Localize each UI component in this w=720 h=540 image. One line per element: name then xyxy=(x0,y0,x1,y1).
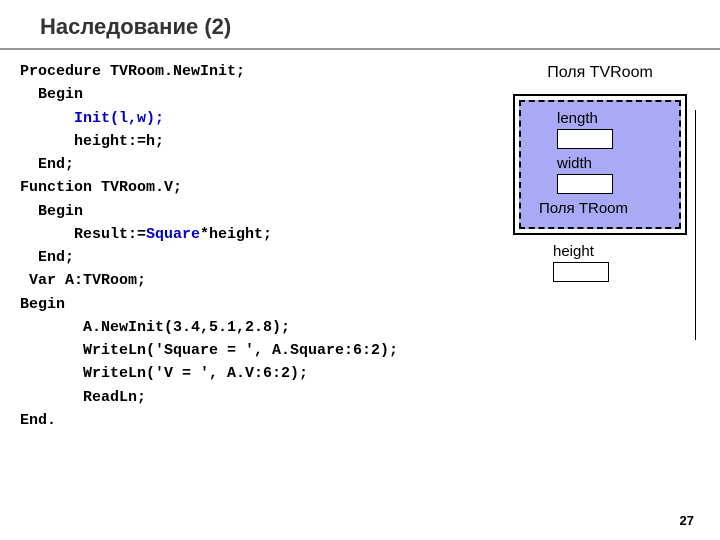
height-area: height xyxy=(513,243,687,282)
code-line: Begin xyxy=(20,86,83,103)
field-rect xyxy=(553,262,609,282)
code-line: Var A:TVRoom; xyxy=(20,272,146,289)
content-area: Procedure TVRoom.NewInit; Begin Init(l,w… xyxy=(0,60,720,432)
code-line xyxy=(20,110,74,127)
code-highlight: Square xyxy=(146,226,200,243)
diagram-title: Поля TVRoom xyxy=(500,64,700,82)
code-line: ReadLn; xyxy=(20,389,146,406)
code-line: End; xyxy=(20,156,74,173)
page-number: 27 xyxy=(680,513,694,528)
code-highlight: Init(l,w); xyxy=(74,110,164,127)
code-line: height:=h; xyxy=(20,133,164,150)
field-label-length: length xyxy=(557,110,669,127)
code-line: End. xyxy=(20,412,56,429)
troom-label: Поля TRoom xyxy=(539,200,669,217)
code-block: Procedure TVRoom.NewInit; Begin Init(l,w… xyxy=(20,60,500,432)
code-line: End; xyxy=(20,249,74,266)
field-rect xyxy=(557,129,613,149)
tvroom-box: length width Поля TRoom xyxy=(513,94,687,235)
right-divider xyxy=(695,110,696,340)
troom-box: length width Поля TRoom xyxy=(519,100,681,229)
field-label-height: height xyxy=(553,243,687,260)
code-line: Procedure TVRoom.NewInit; xyxy=(20,63,245,80)
code-line: A.NewInit(3.4,5.1,2.8); xyxy=(20,319,290,336)
code-line: WriteLn('Square = ', A.Square:6:2); xyxy=(20,342,398,359)
field-rect xyxy=(557,174,613,194)
field-label-width: width xyxy=(557,155,669,172)
slide-title: Наследование (2) xyxy=(0,0,720,50)
code-line: Function TVRoom.V; xyxy=(20,179,182,196)
code-line: Begin xyxy=(20,296,65,313)
code-line: Result:= xyxy=(20,226,146,243)
code-line: WriteLn('V = ', A.V:6:2); xyxy=(20,365,308,382)
code-line: *height; xyxy=(200,226,272,243)
diagram-area: Поля TVRoom length width Поля TRoom heig… xyxy=(500,60,700,432)
code-line: Begin xyxy=(20,203,83,220)
